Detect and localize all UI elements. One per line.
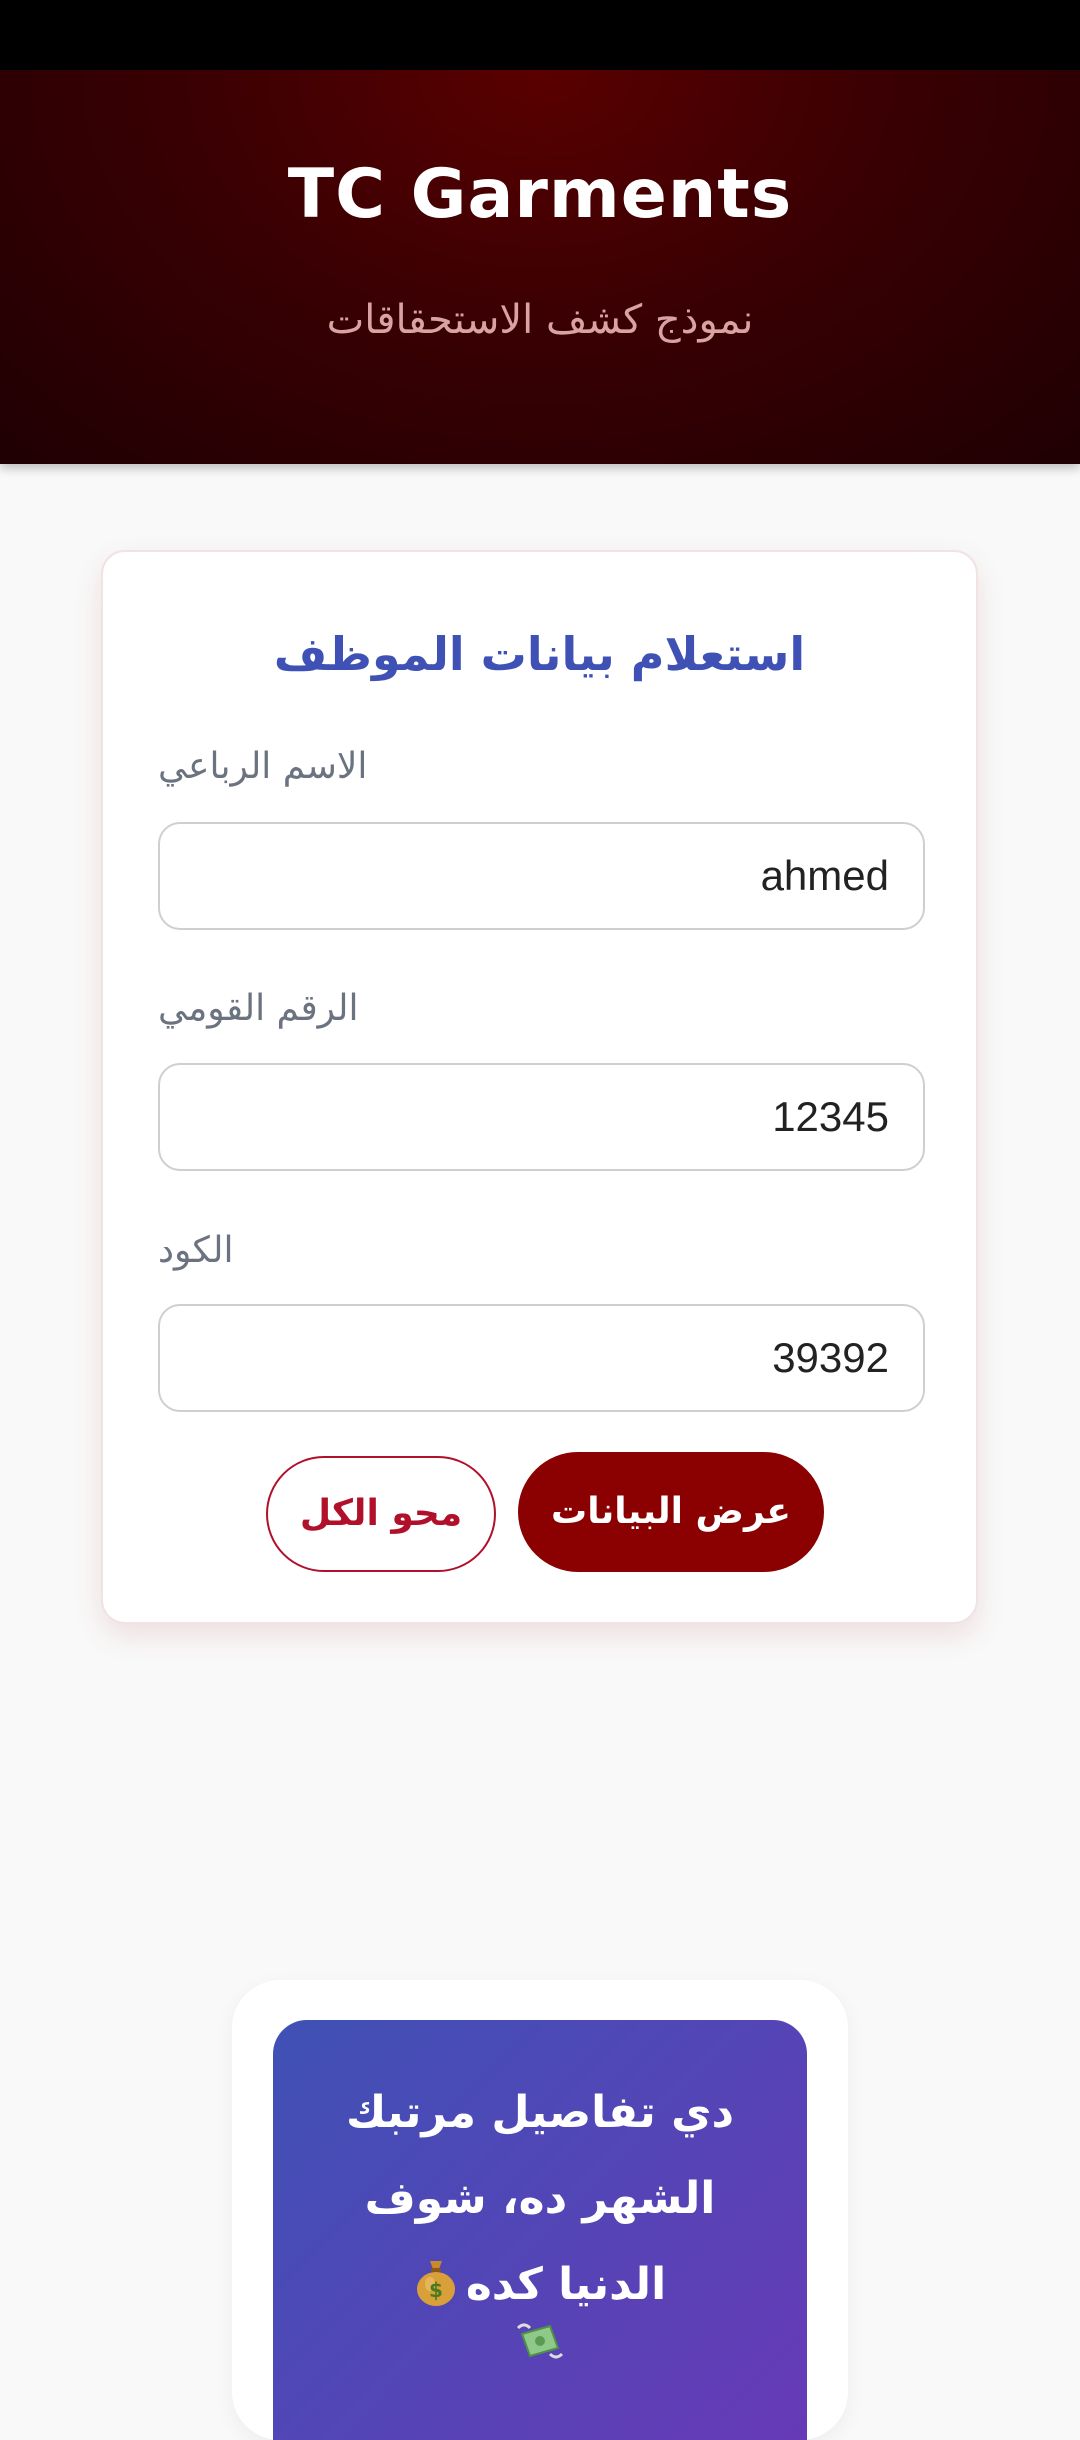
- result-message: دي تفاصيل مرتبك الشهر ده، شوف الدنيا كده…: [313, 2070, 767, 2328]
- result-message-text: دي تفاصيل مرتبك الشهر ده، شوف الدنيا كده: [345, 2087, 735, 2310]
- national-id-input[interactable]: [158, 1063, 925, 1171]
- app-subtitle: نموذج كشف الاستحقاقات: [326, 297, 754, 343]
- app-header: TC Garments نموذج كشف الاستحقاقات: [0, 70, 1080, 464]
- svg-text:$: $: [429, 2278, 443, 2302]
- show-data-button[interactable]: عرض البيانات: [518, 1452, 824, 1572]
- money-with-wings-icon: [516, 2323, 564, 2359]
- result-banner: دي تفاصيل مرتبك الشهر ده، شوف الدنيا كده…: [273, 2020, 807, 2440]
- money-bag-icon: $: [416, 2261, 455, 2306]
- full-name-input[interactable]: [158, 822, 925, 930]
- employee-inquiry-form: استعلام بيانات الموظف الاسم الرباعي الرق…: [101, 550, 978, 1624]
- employee-code-input[interactable]: [158, 1304, 925, 1412]
- full-name-label: الاسم الرباعي: [158, 746, 368, 787]
- app-title: TC Garments: [287, 155, 793, 234]
- employee-code-label: الكود: [158, 1230, 234, 1271]
- result-card: دي تفاصيل مرتبك الشهر ده، شوف الدنيا كده…: [232, 1980, 848, 2440]
- clear-all-button[interactable]: محو الكل: [266, 1456, 496, 1572]
- status-bar: [0, 0, 1080, 70]
- national-id-label: الرقم القومي: [158, 988, 359, 1029]
- form-title: استعلام بيانات الموظف: [273, 627, 806, 681]
